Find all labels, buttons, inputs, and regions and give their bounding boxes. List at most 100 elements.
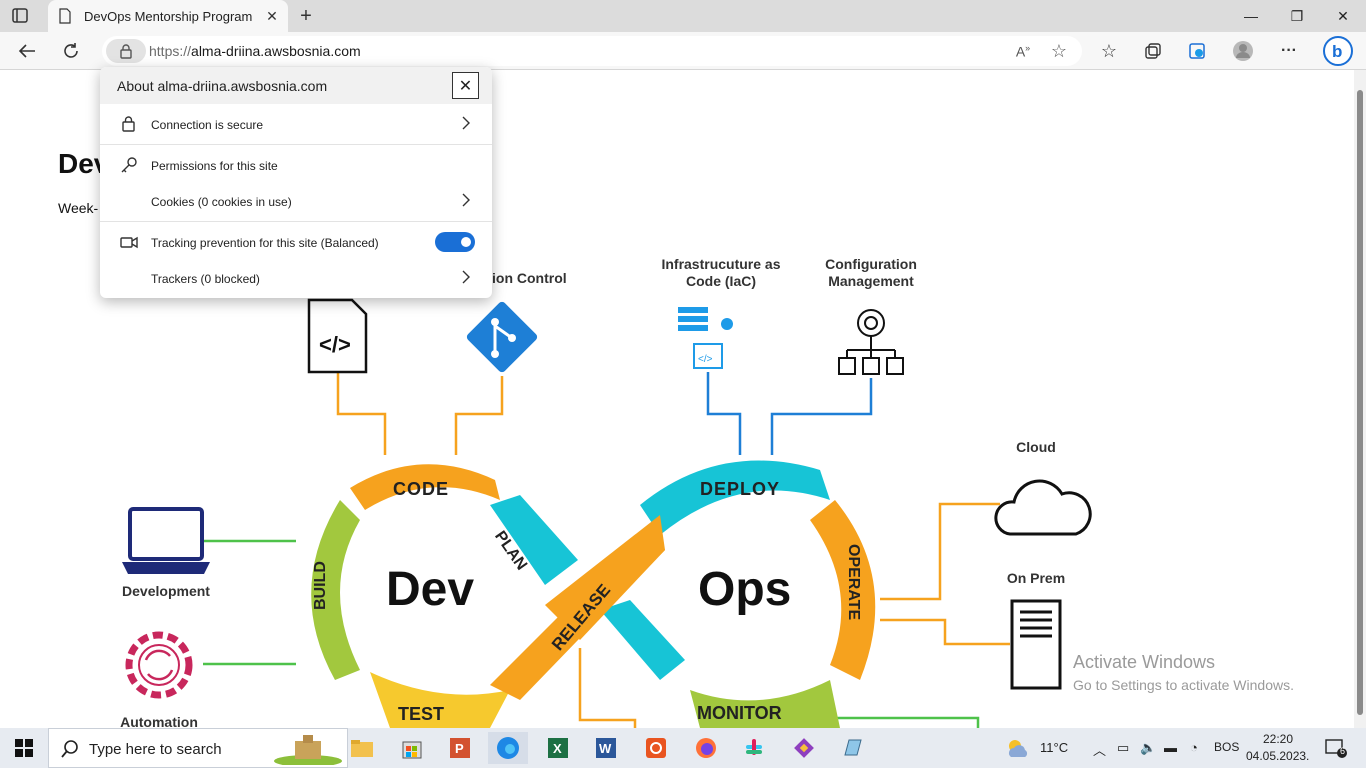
- refresh-button[interactable]: [58, 38, 84, 64]
- notification-center-icon[interactable]: 6: [1316, 732, 1356, 764]
- tab-actions-icon[interactable]: [10, 7, 30, 25]
- edge-icon[interactable]: [488, 732, 528, 764]
- label-config-management: Configuration Management: [825, 256, 917, 289]
- new-tab-button[interactable]: +: [296, 6, 316, 26]
- close-tab-icon[interactable]: ✕: [264, 8, 280, 24]
- divider: [100, 221, 492, 222]
- powerpoint-icon[interactable]: P: [440, 732, 480, 764]
- cookies-row[interactable]: Cookies (0 cookies in use): [100, 183, 492, 219]
- notification-count: 6: [1340, 746, 1346, 756]
- label-on-prem: On Prem: [1006, 570, 1066, 586]
- svg-text:b: b: [1332, 42, 1342, 61]
- git-client-icon[interactable]: [784, 732, 824, 764]
- file-explorer-icon[interactable]: [342, 732, 382, 764]
- excel-icon[interactable]: X: [538, 732, 578, 764]
- restore-button[interactable]: ❐: [1274, 0, 1320, 32]
- clock-time[interactable]: 22:20: [1263, 732, 1293, 746]
- tracking-camera-icon: [120, 236, 138, 249]
- svg-text:W: W: [599, 741, 612, 756]
- label-monitor: MONITOR: [697, 703, 782, 723]
- page-icon: [59, 8, 71, 24]
- label-development: Development: [122, 583, 210, 599]
- language-indicator[interactable]: BOS: [1214, 740, 1239, 754]
- tracking-toggle[interactable]: [435, 232, 475, 252]
- label-cloud: Cloud: [1016, 439, 1056, 455]
- popup-header: About alma-driina.awsbosnia.com ✕: [100, 67, 492, 104]
- search-highlight-icon: [274, 735, 342, 765]
- address-bar[interactable]: https://alma-driina.awsbosnia.com A» ☆: [102, 36, 1082, 66]
- notes-app-icon[interactable]: [832, 732, 872, 764]
- activate-windows-text: Go to Settings to activate Windows.: [1073, 677, 1294, 693]
- automation-gear-icon: [125, 631, 193, 699]
- site-info-popup: About alma-driina.awsbosnia.com ✕ Connec…: [100, 67, 492, 298]
- browser-essentials-icon[interactable]: [1184, 38, 1210, 64]
- profile-avatar[interactable]: [1230, 38, 1256, 64]
- divider: [100, 144, 492, 145]
- back-button[interactable]: [14, 38, 40, 64]
- weather-icon[interactable]: [998, 732, 1038, 764]
- svg-text:X: X: [553, 741, 562, 756]
- collections-icon[interactable]: [1140, 38, 1166, 64]
- taskbar-search[interactable]: Type here to search: [48, 728, 348, 768]
- server-icon: [1010, 599, 1062, 690]
- label-ops: Ops: [698, 563, 792, 616]
- minimize-button[interactable]: —: [1228, 0, 1274, 32]
- show-hidden-icons[interactable]: ︿: [1093, 740, 1106, 759]
- toggle-knob: [461, 237, 471, 247]
- tracking-row: Tracking prevention for this site (Balan…: [100, 224, 492, 260]
- label-automation: Automation: [120, 714, 198, 728]
- connection-row[interactable]: Connection is secure: [100, 106, 492, 142]
- browser-toolbar: https://alma-driina.awsbosnia.com A» ☆ ☆…: [0, 32, 1366, 70]
- chevron-right-icon: [462, 116, 470, 130]
- bing-icon[interactable]: b: [1322, 36, 1354, 66]
- meet-now-icon[interactable]: ▭: [1117, 740, 1129, 756]
- laptop-icon: [122, 507, 210, 574]
- activate-windows-title: Activate Windows: [1073, 652, 1216, 672]
- trackers-row[interactable]: Trackers (0 blocked): [100, 260, 492, 296]
- word-icon[interactable]: W: [586, 732, 626, 764]
- battery-icon[interactable]: ▬: [1164, 740, 1177, 755]
- label-version-control: ion Control: [492, 270, 567, 286]
- url-text[interactable]: https://alma-driina.awsbosnia.com: [149, 43, 361, 59]
- weather-temp[interactable]: 11°C: [1040, 740, 1068, 755]
- label-deploy: DEPLOY: [700, 479, 781, 499]
- label-code: CODE: [393, 479, 450, 499]
- code-file-icon: </>: [307, 298, 368, 374]
- search-icon: [61, 740, 78, 758]
- favorites-icon[interactable]: ☆: [1096, 38, 1122, 64]
- windows-taskbar: Type here to search P X W 11°C ︿ ▭ 🔈 ▬ ◔…: [0, 728, 1366, 768]
- key-icon: [121, 157, 137, 173]
- network-icon[interactable]: ◔: [1190, 740, 1198, 755]
- tab-devops[interactable]: DevOps Mentorship Program ✕: [48, 0, 288, 32]
- tab-bar: DevOps Mentorship Program ✕ + — ❐ ✕: [0, 0, 1366, 32]
- cloud-icon: [994, 479, 1092, 536]
- popup-title: About alma-driina.awsbosnia.com: [117, 78, 328, 94]
- volume-icon[interactable]: 🔈: [1140, 740, 1156, 756]
- config-management-icon: [838, 309, 904, 375]
- chevron-right-icon: [462, 193, 470, 207]
- firefox-icon[interactable]: [686, 732, 726, 764]
- add-favorite-icon[interactable]: ☆: [1046, 38, 1072, 64]
- git-icon: [466, 301, 538, 373]
- label-iac: Infrastrucuture as Code (IaC): [661, 256, 781, 289]
- start-button[interactable]: [4, 732, 44, 764]
- label-dev: Dev: [386, 563, 475, 616]
- lock-icon: [122, 116, 135, 132]
- label-build: BUILD: [312, 561, 329, 610]
- store-icon[interactable]: [392, 732, 432, 764]
- slack-icon[interactable]: [734, 732, 774, 764]
- close-window-button[interactable]: ✕: [1320, 0, 1366, 32]
- permissions-row[interactable]: Permissions for this site: [100, 147, 492, 183]
- ubuntu-icon[interactable]: [636, 732, 676, 764]
- clock-date[interactable]: 04.05.2023.: [1246, 749, 1309, 763]
- read-aloud-icon[interactable]: A»: [1010, 38, 1036, 64]
- chevron-right-icon: [462, 270, 470, 284]
- close-popup-button[interactable]: ✕: [452, 72, 479, 99]
- iac-icon: </>: [678, 307, 733, 369]
- label-operate: OPERATE: [845, 544, 862, 621]
- scroll-thumb[interactable]: [1357, 90, 1363, 715]
- page-scrollbar[interactable]: [1354, 70, 1366, 728]
- settings-menu-icon[interactable]: ···: [1276, 38, 1302, 64]
- svg-text:</>: </>: [319, 332, 351, 357]
- site-info-button[interactable]: [106, 39, 146, 63]
